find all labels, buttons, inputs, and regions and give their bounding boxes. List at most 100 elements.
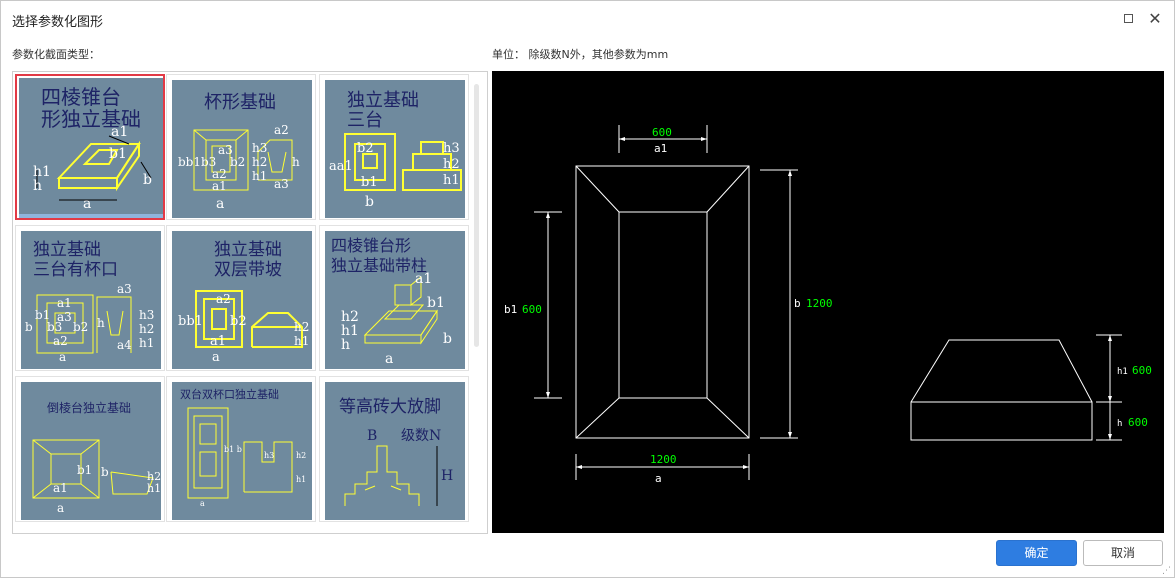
gallery-item-frustum-with-column[interactable]: 四棱锥台形 独立基础带柱 a1 b1 h2 h1 h a b — [319, 225, 469, 371]
svg-text:a4: a4 — [117, 338, 132, 352]
inverted-frustum-thumbnail: 倒棱台独立基础 b1 a1 a b h2 h1 — [21, 382, 161, 520]
svg-text:b: b — [443, 331, 452, 347]
tile-title-line1: 双台双杯口独立基础 — [180, 387, 279, 401]
svg-text:b2: b2 — [230, 155, 245, 169]
svg-text:h2: h2 — [296, 451, 306, 460]
svg-text:a3: a3 — [117, 282, 132, 296]
tile-title-line1: 四棱锥台形 — [331, 236, 411, 255]
preview-drawing: 600 a1 b1 600 b 1200 1200 a h1 600 h 600 — [504, 125, 1152, 485]
svg-text:a2: a2 — [216, 292, 231, 306]
svg-text:a3: a3 — [218, 143, 233, 157]
pyramid-frustum-thumbnail: 四棱锥台 形独立基础 a1 b1 h1 h a b — [19, 78, 163, 218]
svg-text:a: a — [83, 196, 91, 212]
svg-text:h2: h2 — [443, 157, 460, 172]
gallery-item-double-slope[interactable]: 独立基础 双层带坡 a2 bb1 b2 a1 a h2 h1 — [166, 225, 316, 371]
shape-gallery[interactable]: 四棱锥台 形独立基础 a1 b1 h1 h a b 杯形基础 bb1b3 b2 … — [12, 71, 488, 534]
tile-title-line2: 三台 — [347, 110, 383, 131]
h1-value-label: 600 — [1132, 364, 1152, 377]
svg-text:级数N: 级数N — [401, 428, 441, 444]
svg-text:h1: h1 — [443, 173, 460, 188]
svg-text:a1: a1 — [53, 481, 68, 495]
gallery-item-pyramid-frustum[interactable]: 四棱锥台 形独立基础 a1 b1 h1 h a b — [15, 74, 165, 220]
maximize-button[interactable] — [1119, 9, 1139, 29]
svg-text:aa1: aa1 — [329, 159, 353, 174]
b1-name-label: b1 — [504, 303, 517, 316]
cup-foundation-thumbnail: 杯形基础 bb1b3 b2 a3 a2 a1 a a2 h3 h2 h1 h a… — [172, 80, 312, 218]
svg-text:a: a — [57, 501, 64, 515]
title-bar: 选择参数化图形 ✕ — [1, 1, 1174, 37]
svg-text:a1: a1 — [212, 179, 227, 193]
svg-text:b2: b2 — [230, 314, 247, 329]
svg-text:a1: a1 — [111, 124, 128, 140]
svg-text:a1: a1 — [57, 296, 72, 310]
tile-title-line2: 双层带坡 — [214, 260, 282, 280]
svg-text:b2: b2 — [73, 320, 88, 334]
svg-text:b1: b1 — [77, 463, 92, 477]
three-tier-thumbnail: 独立基础 三台 b2 aa1 b1 b h3 h2 h1 — [325, 80, 465, 218]
a-value-label: 1200 — [650, 453, 677, 466]
svg-text:a1: a1 — [415, 271, 432, 287]
svg-text:a1: a1 — [210, 334, 226, 349]
tile-title-line1: 倒棱台独立基础 — [47, 400, 131, 415]
elevation-slope — [910, 339, 1093, 403]
shape-preview: 600 a1 b1 600 b 1200 1200 a h1 600 h 600 — [492, 71, 1164, 533]
svg-text:h2: h2 — [139, 322, 154, 336]
svg-text:h1: h1 — [252, 169, 267, 183]
a-name-label: a — [655, 472, 662, 485]
svg-text:h: h — [33, 178, 42, 194]
section-type-label: 参数化截面类型： — [12, 48, 100, 61]
tile-title-line2: 独立基础带柱 — [331, 256, 427, 275]
tile-title-line1: 独立基础 — [347, 90, 419, 111]
elevation-base — [910, 401, 1093, 441]
dialog-title: 选择参数化图形 — [12, 15, 104, 30]
svg-text:h3: h3 — [252, 141, 267, 155]
b-name-label: b — [794, 297, 801, 310]
gallery-item-three-tier-cup[interactable]: 独立基础 三台有杯口 a1 b1 a3 b b3 b2 a2 a a3 h a4 … — [15, 225, 165, 371]
cancel-button[interactable]: 取消 — [1083, 540, 1163, 566]
plan-outer-outline — [575, 165, 750, 439]
svg-text:a: a — [212, 350, 220, 365]
resize-grip-icon[interactable]: ⋰ — [1162, 566, 1172, 576]
svg-text:h1: h1 — [139, 336, 154, 350]
frustum-with-column-thumbnail: 四棱锥台形 独立基础带柱 a1 b1 h2 h1 h a b — [325, 231, 465, 369]
tile-title-line1: 杯形基础 — [204, 92, 276, 113]
close-button[interactable]: ✕ — [1145, 9, 1165, 29]
svg-text:h: h — [292, 155, 300, 169]
double-slope-thumbnail: 独立基础 双层带坡 a2 bb1 b2 a1 a h2 h1 — [172, 231, 312, 369]
tile-title-line1: 独立基础 — [33, 240, 101, 260]
svg-text:a: a — [385, 351, 393, 367]
tile-title-line1: 独立基础 — [214, 240, 282, 260]
maximize-icon — [1124, 14, 1133, 23]
svg-text:b1: b1 — [361, 175, 378, 190]
svg-text:a2: a2 — [53, 334, 68, 348]
gallery-item-brick-footing[interactable]: 等高砖大放脚 B 级数N H — [319, 376, 469, 522]
ok-button[interactable]: 确定 — [996, 540, 1077, 566]
close-icon: ✕ — [1148, 9, 1162, 28]
three-tier-cup-thumbnail: 独立基础 三台有杯口 a1 b1 a3 b b3 b2 a2 a a3 h a4 … — [21, 231, 161, 369]
gallery-item-cup-foundation[interactable]: 杯形基础 bb1b3 b2 a3 a2 a1 a a2 h3 h2 h1 h a… — [166, 74, 316, 220]
svg-text:b: b — [365, 194, 374, 210]
svg-text:b: b — [143, 172, 152, 188]
svg-text:h1: h1 — [296, 475, 306, 484]
h-value-label: 600 — [1128, 416, 1148, 429]
tile-title-line1: 等高砖大放脚 — [339, 397, 441, 417]
svg-text:b1: b1 — [109, 146, 127, 162]
svg-text:b2: b2 — [357, 141, 374, 156]
h1-name-label: h1 — [1117, 367, 1128, 377]
svg-text:bb1b3: bb1b3 — [178, 155, 216, 169]
svg-text:h1: h1 — [294, 334, 309, 348]
tile-title-line2: 三台有杯口 — [33, 260, 118, 280]
svg-text:h: h — [97, 316, 105, 330]
svg-text:h3: h3 — [264, 451, 274, 460]
gallery-item-three-tier[interactable]: 独立基础 三台 b2 aa1 b1 b h3 h2 h1 — [319, 74, 469, 220]
svg-text:a: a — [59, 350, 66, 364]
gallery-item-double-cup[interactable]: 双台双杯口独立基础 b1 b a h3 h2 h1 — [166, 376, 316, 522]
svg-text:a2: a2 — [274, 123, 289, 137]
gallery-scrollbar[interactable] — [474, 84, 479, 347]
svg-text:b: b — [101, 465, 109, 479]
svg-text:bb1: bb1 — [178, 314, 203, 329]
svg-text:a: a — [216, 196, 224, 212]
double-cup-thumbnail: 双台双杯口独立基础 b1 b a h3 h2 h1 — [172, 382, 312, 520]
svg-text:h: h — [341, 337, 350, 353]
gallery-item-inverted-frustum[interactable]: 倒棱台独立基础 b1 a1 a b h2 h1 — [15, 376, 165, 522]
